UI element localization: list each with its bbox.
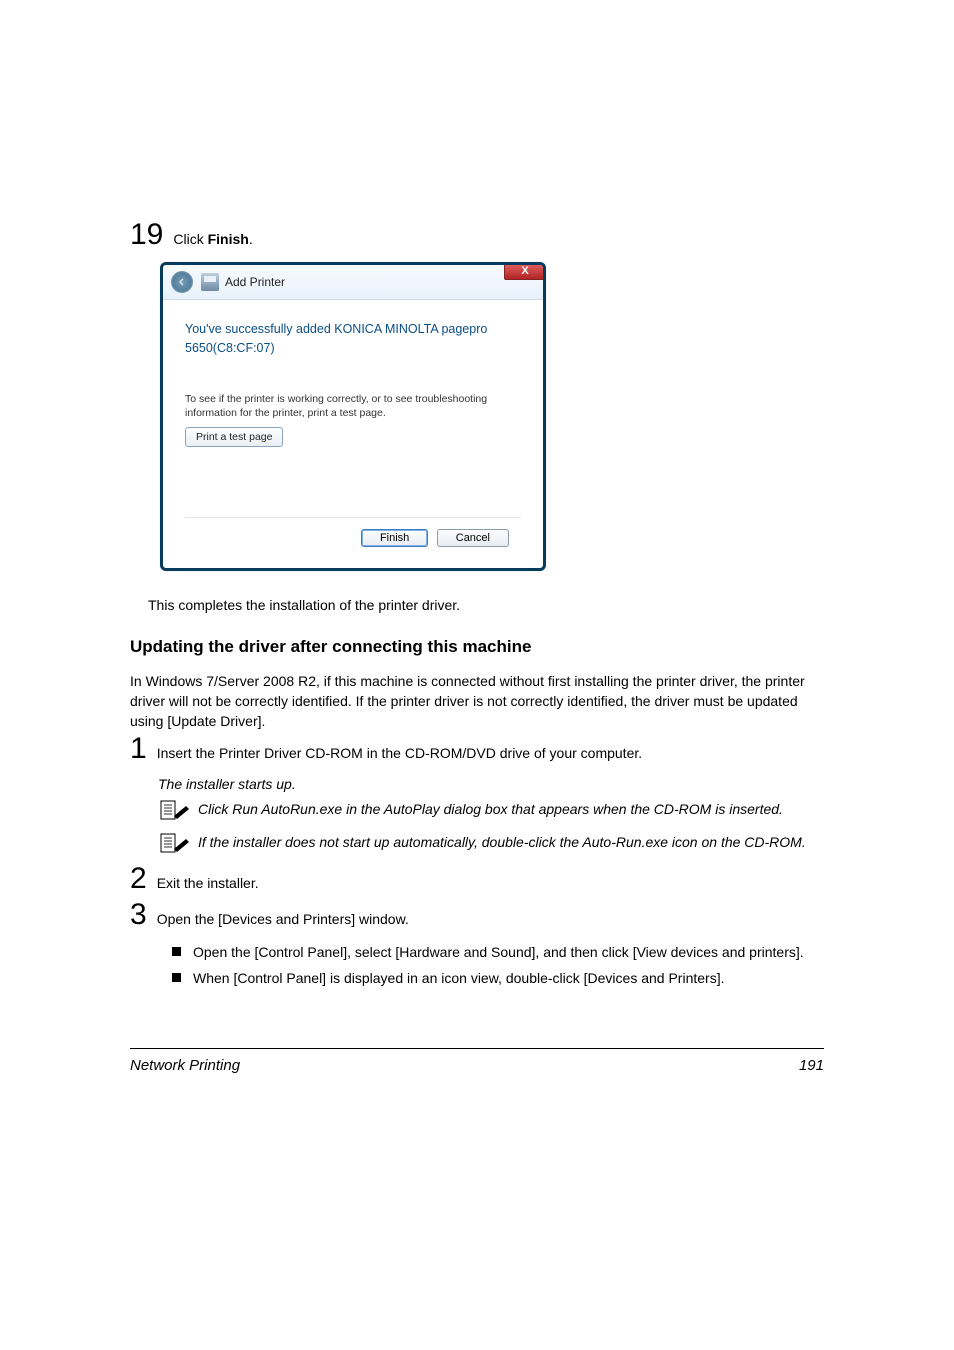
page-footer: Network Printing 191 xyxy=(130,1048,824,1074)
dialog-footer: Finish Cancel xyxy=(185,517,521,558)
note-icon-2 xyxy=(160,833,190,858)
dialog-titlebar: Add Printer X xyxy=(163,265,543,300)
note-1-text: Click Run AutoRun.exe in the AutoPlay di… xyxy=(198,800,783,820)
completion-text: This completes the installation of the p… xyxy=(148,597,824,613)
dialog-heading-line2: 5650(C8:CF:07) xyxy=(185,339,521,358)
finish-button[interactable]: Finish xyxy=(361,529,428,547)
bullet-2-text: When [Control Panel] is displayed in an … xyxy=(193,968,724,988)
step-3-number: 3 xyxy=(130,900,147,930)
step-3-row: 3 Open the [Devices and Printers] window… xyxy=(130,900,824,930)
step-19-suffix: . xyxy=(249,231,253,247)
step-1-text: Insert the Printer Driver CD-ROM in the … xyxy=(157,741,642,764)
back-button[interactable] xyxy=(171,271,193,293)
dialog-title: Add Printer xyxy=(225,275,285,289)
step-19-text: Click Finish. xyxy=(173,228,252,247)
step-3-text: Open the [Devices and Printers] window. xyxy=(157,908,409,927)
bullet-1-text: Open the [Control Panel], select [Hardwa… xyxy=(193,942,804,962)
footer-page-number: 191 xyxy=(799,1057,824,1074)
installer-starts-text: The installer starts up. xyxy=(158,776,824,792)
footer-title: Network Printing xyxy=(130,1057,240,1074)
document-pen-icon xyxy=(160,833,190,853)
bullet-square-icon xyxy=(172,973,181,982)
dialog-body: You've successfully added KONICA MINOLTA… xyxy=(163,300,543,568)
step-2-text: Exit the installer. xyxy=(157,872,259,891)
note-1-row: Click Run AutoRun.exe in the AutoPlay di… xyxy=(160,800,824,825)
print-test-page-button[interactable]: Print a test page xyxy=(185,427,283,447)
step-1-row: 1 Insert the Printer Driver CD-ROM in th… xyxy=(130,734,824,764)
cancel-button[interactable]: Cancel xyxy=(437,529,509,547)
bullet-1-row: Open the [Control Panel], select [Hardwa… xyxy=(172,942,824,962)
step-19-bold: Finish xyxy=(208,231,249,247)
note-2-row: If the installer does not start up autom… xyxy=(160,833,824,858)
step-1-number: 1 xyxy=(130,734,147,764)
intro-paragraph: In Windows 7/Server 2008 R2, if this mac… xyxy=(130,671,824,732)
dialog-heading-line1: You've successfully added KONICA MINOLTA… xyxy=(185,320,521,339)
bullet-2-row: When [Control Panel] is displayed in an … xyxy=(172,968,824,988)
document-pen-icon xyxy=(160,800,190,820)
back-arrow-icon xyxy=(177,277,187,287)
section-heading: Updating the driver after connecting thi… xyxy=(130,637,824,657)
note-icon-1 xyxy=(160,800,190,825)
add-printer-dialog: Add Printer X You've successfully added … xyxy=(160,262,546,571)
step-19-row: 19 Click Finish. xyxy=(130,220,824,250)
add-printer-dialog-wrap: Add Printer X You've successfully added … xyxy=(160,262,824,571)
dialog-help-text: To see if the printer is working correct… xyxy=(185,392,521,421)
bullet-square-icon xyxy=(172,947,181,956)
step-19-prefix: Click xyxy=(173,231,207,247)
close-icon: X xyxy=(521,265,528,277)
step-19-number: 19 xyxy=(130,220,163,250)
printer-icon xyxy=(201,273,219,291)
close-button[interactable]: X xyxy=(504,262,546,280)
note-2-text: If the installer does not start up autom… xyxy=(198,833,806,853)
step-2-number: 2 xyxy=(130,864,147,894)
step-2-row: 2 Exit the installer. xyxy=(130,864,824,894)
